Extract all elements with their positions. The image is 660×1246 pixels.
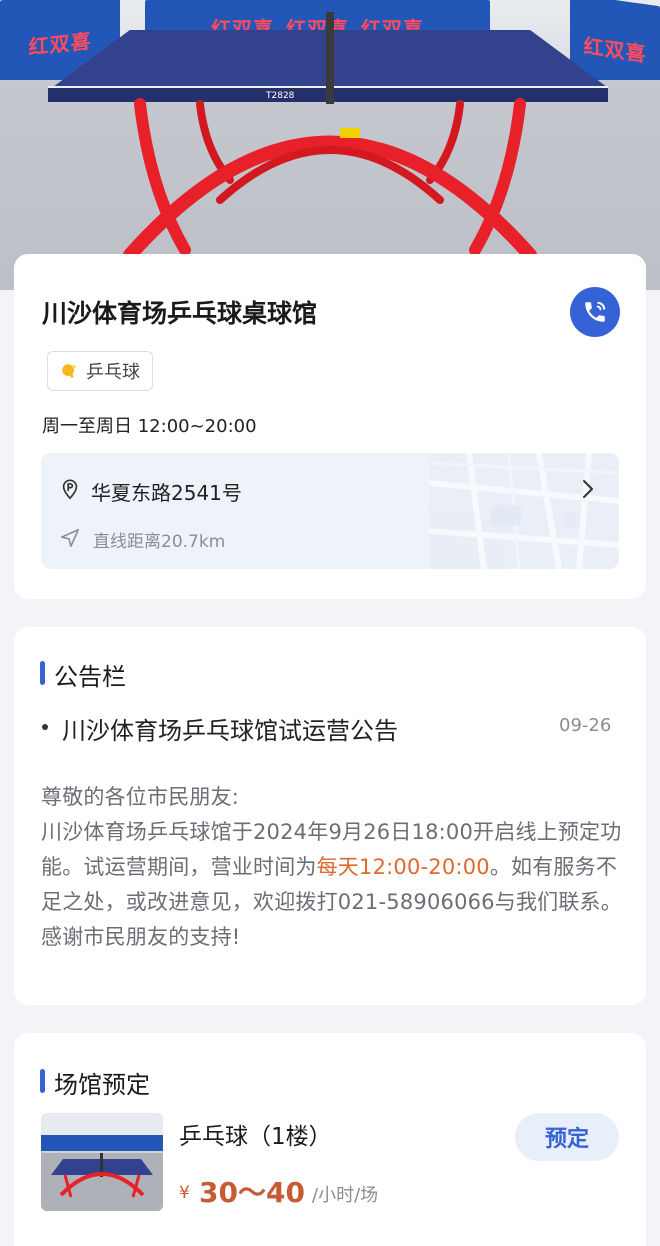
address-text: 华夏东路2541号 [91, 481, 242, 505]
navigation-icon [60, 528, 80, 548]
phone-icon [585, 301, 606, 322]
sport-tag: 乒乓球 [47, 351, 153, 391]
venue-title: 川沙体育场乒乓球桌球馆 [42, 299, 318, 328]
notice-section-title: 公告栏 [54, 663, 126, 691]
court-thumbnail[interactable] [41, 1113, 163, 1211]
notice-item-date: 09-26 [559, 715, 612, 736]
address-box[interactable]: 华夏东路2541号 直线距离20.7km [41, 453, 619, 569]
court-name: 乒乓球（1楼） [179, 1124, 332, 1150]
map-thumbnail [429, 453, 619, 569]
currency-symbol: ¥ [179, 1183, 190, 1203]
notice-item-title[interactable]: 川沙体育场乒乓球馆试运营公告 [62, 711, 398, 746]
venue-info-card: 川沙体育场乒乓球桌球馆 乒乓球 周一至周日 12:00~20:00 华夏东路25… [14, 254, 646, 599]
notice-body: 尊敬的各位市民朋友: 川沙体育场乒乓球馆于2024年9月26日18:00开启线上… [41, 780, 626, 955]
notice-card: 公告栏 川沙体育场乒乓球馆试运营公告 09-26 尊敬的各位市民朋友: 川沙体育… [14, 627, 646, 1005]
call-button[interactable] [570, 287, 620, 337]
price-unit: /小时/场 [312, 1185, 379, 1206]
distance-text: 直线距离20.7km [93, 532, 226, 552]
opening-hours: 周一至周日 12:00~20:00 [42, 416, 257, 437]
chevron-right-icon[interactable] [580, 477, 596, 501]
price-range: 30～40 [199, 1176, 305, 1209]
bullet-dot [42, 724, 48, 730]
notice-paragraph: 川沙体育场乒乓球馆于2024年9月26日18:00开启线上预定功能。试运营期间，… [41, 815, 626, 955]
ping-pong-icon [62, 364, 76, 378]
section-marker [40, 1069, 45, 1093]
venue-hero-image: 红双喜 红双喜 红双喜 红双喜 红双喜 T2828 [0, 0, 660, 290]
table-legs [123, 98, 537, 262]
location-parking-icon [62, 479, 78, 500]
sport-tag-label: 乒乓球 [86, 362, 140, 383]
court-photo [41, 1113, 163, 1211]
notice-greeting: 尊敬的各位市民朋友: [41, 785, 240, 809]
section-marker [40, 661, 45, 685]
booking-card: 场馆预定 乒乓球（1楼） ¥ 30～40 /小时/场 预定 [14, 1033, 646, 1246]
booking-section-title: 场馆预定 [54, 1071, 150, 1099]
book-button[interactable]: 预定 [515, 1113, 619, 1161]
notice-highlight-hours: 每天12:00-20:00 [316, 855, 490, 879]
